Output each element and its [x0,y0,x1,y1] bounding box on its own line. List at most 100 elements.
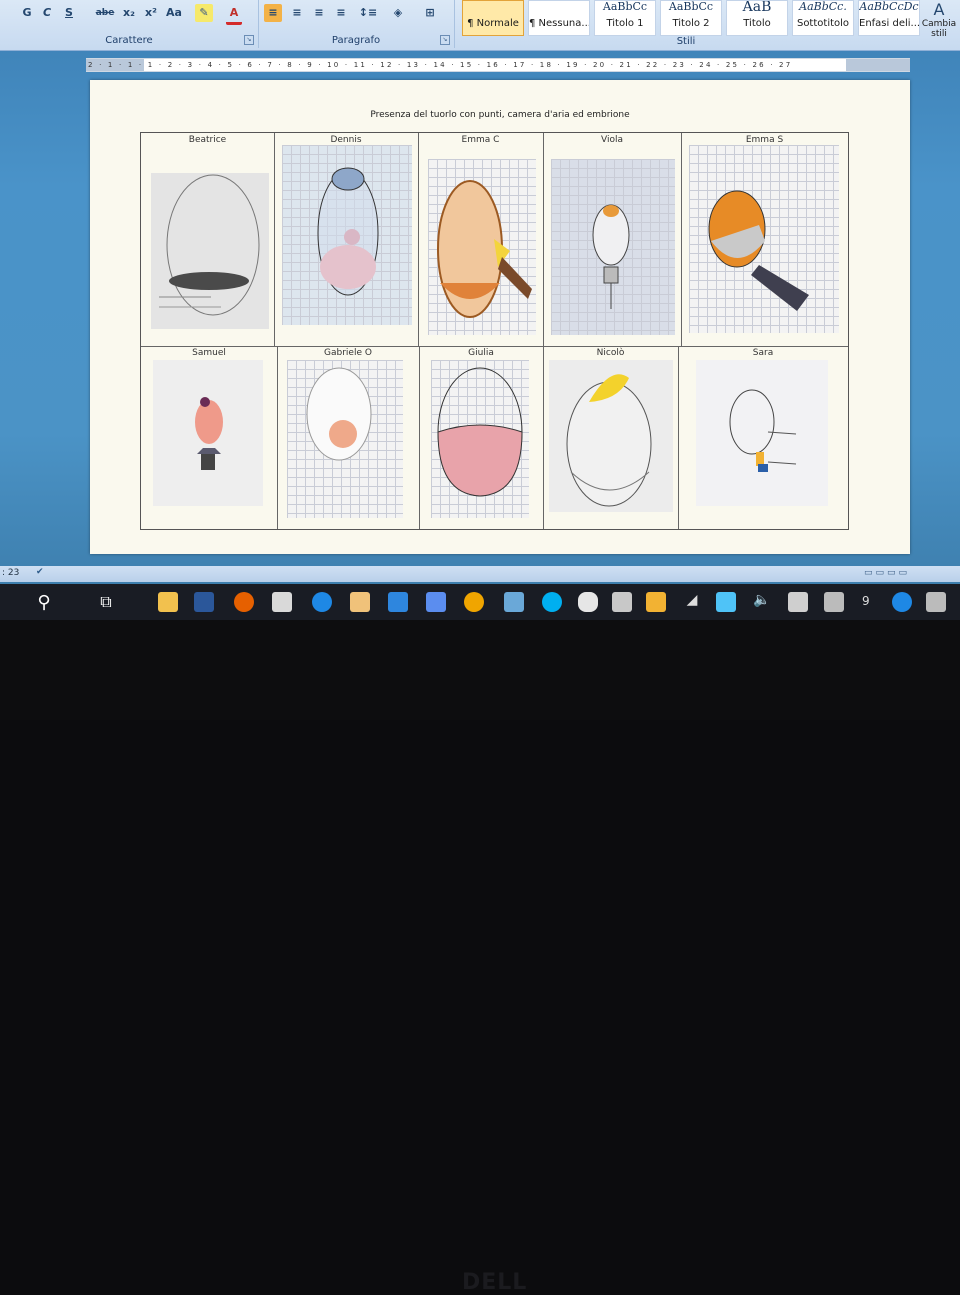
style-preview: AaB [742,1,772,15]
student-name: Giulia [468,348,494,358]
keyboard-icon[interactable] [788,592,808,612]
firefox-icon[interactable] [234,592,254,612]
style-name: Titolo 1 [606,18,644,29]
paint-icon[interactable] [272,592,292,612]
document-page[interactable]: Presenza del tuorlo con punti, camera d'… [90,80,910,554]
styles-group: ¶ Normale ¶ Nessuna... AaBbCc Titolo 1 A… [456,0,920,48]
line-spacing-icon[interactable]: ↕≡ [358,4,378,22]
egg-drawing [729,389,797,472]
style-titolo-2[interactable]: AaBbCc Titolo 2 [660,0,722,36]
skype-icon[interactable] [542,592,562,612]
student-name: Gabriele O [324,348,372,358]
store-icon[interactable] [426,592,446,612]
font-group: G C S abe x₂ x² Aa ✎ A Carattere ↘ [0,0,259,48]
style-normale[interactable]: ¶ Normale [462,0,524,36]
view-buttons[interactable]: ▭▭▭▭ [864,568,910,578]
app-icon[interactable] [504,592,524,612]
egg-drawing [437,180,532,318]
screen: G C S abe x₂ x² Aa ✎ A Carattere ↘ ≡ ≡ ≡… [0,0,960,620]
onedrive-icon[interactable] [578,592,598,612]
wifi-icon[interactable]: ◢ [682,592,702,612]
highlight-icon[interactable]: ✎ [195,4,213,22]
style-titolo[interactable]: AaB Titolo [726,0,788,36]
style-enfasi-delicata[interactable]: AaBbCcDc Enfasi deli... [858,0,920,36]
change-styles-icon: A [933,0,945,19]
subscript-button[interactable]: x₂ [120,4,138,22]
style-sottotitolo[interactable]: AaBbCc. Sottotitolo [792,0,854,36]
table-cell: Samuel [141,346,278,529]
drawing-photo [151,173,269,329]
style-preview: AaBbCc [602,1,648,13]
style-titolo-1[interactable]: AaBbCc Titolo 1 [594,0,656,36]
style-preview [529,1,589,15]
app-icon[interactable] [824,592,844,612]
app-icon[interactable] [716,592,736,612]
drawing-photo [696,360,828,506]
table-cell: Giulia [419,346,544,529]
dialog-launcher-icon[interactable]: ↘ [244,35,254,45]
student-name: Viola [601,135,623,145]
clock[interactable]: 9 [862,594,870,608]
drawing-photo [428,159,536,335]
table-cell: Gabriele O [277,346,420,529]
table-cell: Nicolò [543,346,679,529]
drawing-photo [689,145,839,333]
notifications-icon[interactable] [926,592,946,612]
shading-icon[interactable]: ◈ [388,4,408,22]
student-name: Samuel [192,348,226,358]
style-preview: AaBbCc. [799,1,847,13]
taskbar: ⚲ ⧉ ◢ 🔈 9 [0,584,960,620]
change-case-button[interactable]: Aa [164,4,184,22]
horizontal-ruler[interactable]: 2 · 1 · 1 · 1 · 2 · 3 · 4 · 5 · 6 · 7 · … [86,58,910,72]
file-explorer-icon[interactable] [158,592,178,612]
justify-icon[interactable]: ≡ [332,4,350,22]
table-cell: Viola [543,133,682,347]
spelling-icon[interactable]: ✔ [36,567,44,577]
style-nessuna[interactable]: ¶ Nessuna... [528,0,590,36]
style-preview: AaBbCc [668,1,714,13]
group-label-paragrafo: Paragrafo [331,35,381,46]
style-preview [463,1,523,15]
student-name: Emma S [745,135,784,145]
align-right-icon[interactable]: ≡ [310,4,328,22]
task-view-icon[interactable]: ⧉ [96,592,116,612]
app-icon[interactable] [464,592,484,612]
bluetooth-icon[interactable] [892,592,912,612]
bold-button[interactable]: G [20,4,34,22]
dialog-launcher-icon[interactable]: ↘ [440,35,450,45]
italic-button[interactable]: C [40,4,54,22]
table-cell: Emma S [681,133,848,347]
photos-icon[interactable] [350,592,370,612]
egg-drawing [306,367,372,461]
table-cell: Dennis [274,133,419,347]
ruler-labels: 2 · 1 · 1 · 1 · 2 · 3 · 4 · 5 · 6 · 7 · … [88,61,793,69]
egg-drawing [195,397,223,470]
defender-icon[interactable] [612,592,632,612]
app-icon[interactable] [646,592,666,612]
edge-icon[interactable] [312,592,332,612]
egg-drawing [708,190,809,311]
drawing-photo [431,360,529,518]
mail-icon[interactable] [388,592,408,612]
style-name: Titolo 2 [672,18,710,29]
underline-button[interactable]: S [62,4,76,22]
laptop-logo: DELL [462,1270,528,1295]
word-icon[interactable] [194,592,214,612]
laptop-bezel: DELL [0,620,960,1295]
borders-icon[interactable]: ⊞ [418,4,442,22]
student-name: Sara [752,348,774,358]
group-label-stili: Stili [676,36,696,47]
status-bar: : 23 ✔ ▭▭▭▭ [0,566,960,582]
drawing-photo [153,360,263,506]
volume-icon[interactable]: 🔈 [752,592,772,612]
align-center-icon[interactable]: ≡ [288,4,306,22]
change-styles-button[interactable]: A Cambia stili [918,0,960,48]
style-name: Sottotitolo [796,18,850,29]
strikethrough-button[interactable]: abe [94,4,116,22]
table-cell: Beatrice [141,133,275,347]
style-name: ¶ Nessuna... [529,18,589,29]
search-icon[interactable]: ⚲ [34,592,54,613]
font-color-icon[interactable]: A [226,4,242,25]
align-left-icon[interactable]: ≡ [264,4,282,22]
superscript-button[interactable]: x² [142,4,160,22]
